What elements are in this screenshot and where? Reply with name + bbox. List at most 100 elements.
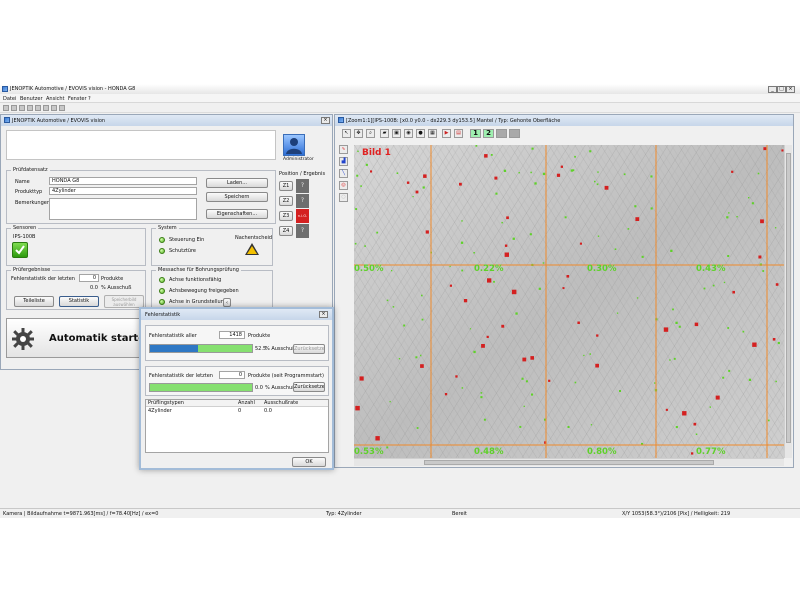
position-z3-button[interactable]: Z3 xyxy=(279,211,293,221)
defect-mark-green xyxy=(519,425,522,428)
menu-bar: Datei Benutzer Ansicht Fenster ? xyxy=(0,94,800,103)
position-z1-button[interactable]: Z1 xyxy=(279,181,293,191)
defect-mark-red xyxy=(763,147,767,151)
toolbar-icon[interactable] xyxy=(35,105,41,111)
image-window: [Zoom1:1][IPS-100B: [x0.0 y0.0 - dx229.3… xyxy=(334,114,794,468)
image-window-title-bar[interactable]: [Zoom1:1][IPS-100B: [x0.0 y0.0 - dx229.3… xyxy=(335,115,793,126)
target-icon[interactable]: ◎ xyxy=(339,181,348,190)
table-header-cell[interactable]: Anzahl xyxy=(238,400,255,406)
fehlerstatistik-count[interactable]: 0 xyxy=(79,274,99,282)
toolbar-icon[interactable] xyxy=(11,105,17,111)
menu-help[interactable]: ? xyxy=(88,96,91,102)
automatik-start-button[interactable]: Automatik starten xyxy=(6,318,152,358)
speichern-button[interactable]: Speichern xyxy=(206,192,268,202)
position-z4-result: ? xyxy=(296,224,309,238)
toolbar-icon[interactable] xyxy=(59,105,65,111)
section1-count[interactable]: 1418 xyxy=(219,331,245,339)
section2-reset-button[interactable]: Zurücksetzen xyxy=(293,382,325,392)
defect-mark-red xyxy=(566,275,570,278)
defect-mark-green xyxy=(597,171,599,173)
toolbar-icon[interactable] xyxy=(27,105,33,111)
view-3-button[interactable] xyxy=(496,129,507,138)
ok-button[interactable]: OK xyxy=(292,457,326,467)
report-icon[interactable]: ▤ xyxy=(454,129,463,138)
defect-mark-green xyxy=(521,377,524,380)
menu-ansicht[interactable]: Ansicht xyxy=(46,96,64,102)
statistik-button[interactable]: Statistik xyxy=(59,296,99,307)
left-panel-close-button[interactable]: × xyxy=(321,117,330,124)
toolbar-icon[interactable] xyxy=(51,105,57,111)
laden-button[interactable]: Laden... xyxy=(206,178,268,188)
bemerkungen-field[interactable] xyxy=(49,198,197,220)
chart-icon[interactable]: ▟ xyxy=(339,157,348,166)
toolbar-icon[interactable] xyxy=(3,105,9,111)
defect-mark-green xyxy=(389,401,391,403)
view-1-button[interactable]: 1 xyxy=(470,129,481,138)
line-tool-icon[interactable]: ╲ xyxy=(339,169,348,178)
defect-mark-red xyxy=(484,154,488,158)
table-header-cell[interactable]: Ausschußrate xyxy=(264,400,298,406)
flag-icon[interactable]: ▶ xyxy=(442,129,451,138)
messachse-arrow-button[interactable]: ‹ xyxy=(223,298,231,307)
defect-mark-green xyxy=(583,354,585,357)
dialog-close-button[interactable]: × xyxy=(319,311,328,318)
record-icon[interactable]: ● xyxy=(416,129,425,138)
name-label: Name xyxy=(15,179,30,185)
toolbar-icon[interactable] xyxy=(43,105,49,111)
system-title: System xyxy=(156,225,179,231)
image-horizontal-scrollbar[interactable] xyxy=(354,458,784,466)
avatar[interactable] xyxy=(283,134,305,156)
main-maximize-button[interactable]: □ xyxy=(777,86,786,93)
horizontal-scroll-thumb[interactable] xyxy=(424,460,714,465)
main-title-bar[interactable]: JENOPTIK Automotive / EVOVIS vision - HO… xyxy=(0,84,800,94)
table-header-cell[interactable]: Prüflingstypen xyxy=(148,400,184,406)
defect-mark-green xyxy=(670,249,673,252)
menu-fenster[interactable]: Fenster xyxy=(68,96,87,102)
defect-mark-red xyxy=(694,322,699,327)
open-icon[interactable]: ▰ xyxy=(380,129,389,138)
select-tool-icon[interactable]: ↖ xyxy=(342,129,351,138)
left-panel-title-bar[interactable]: JENOPTIK Automotive / EVOVIS vision × xyxy=(1,115,332,126)
defect-mark-green xyxy=(574,155,576,158)
status-bar: Kamera | Bildaufnahme t=9871.963[ms] / f… xyxy=(0,508,800,518)
sensoren-title: Sensoren xyxy=(11,225,39,231)
toolbar-icon[interactable] xyxy=(19,105,25,111)
defect-mark-green xyxy=(490,154,493,156)
main-close-button[interactable]: × xyxy=(786,86,795,93)
view-2-button[interactable]: 2 xyxy=(483,129,494,138)
defect-mark-green xyxy=(590,424,593,426)
image-vertical-scrollbar[interactable] xyxy=(784,145,792,458)
grid-tool-icon[interactable]: ▦ xyxy=(428,129,437,138)
defect-mark-green xyxy=(627,228,630,230)
section1-reset-button[interactable]: Zurücksetzen xyxy=(293,344,325,354)
menu-datei[interactable]: Datei xyxy=(3,96,16,102)
histogram-icon[interactable]: ∿ xyxy=(339,145,348,154)
name-field[interactable]: HONDA G8 xyxy=(49,177,197,185)
move-tool-icon[interactable]: ✥ xyxy=(354,129,363,138)
defect-mark-red xyxy=(406,181,410,184)
position-z2-button[interactable]: Z2 xyxy=(279,196,293,206)
teileliste-button[interactable]: Teileliste xyxy=(14,296,54,307)
speicherbild-button[interactable]: Speicherbild auswählen xyxy=(104,295,144,308)
table-row[interactable]: 4Zylinder 0 0.0 xyxy=(146,408,328,415)
defect-mark-green xyxy=(777,341,780,345)
section2-unit: Produkte (seit Programmstart) xyxy=(248,373,324,379)
camera-icon[interactable]: ◉ xyxy=(404,129,413,138)
produkttyp-field[interactable]: 4Zylinder xyxy=(49,187,197,195)
zoom-icon[interactable]: ⌕ xyxy=(366,129,375,138)
status-state: Bereit xyxy=(452,511,467,517)
menu-benutzer[interactable]: Benutzer xyxy=(20,96,43,102)
circle-tool-icon[interactable]: ○ xyxy=(339,193,348,202)
dialog-title-bar[interactable]: Fehlerstatistik × xyxy=(141,309,332,320)
section2-count[interactable]: 0 xyxy=(219,371,245,379)
eigenschaften-button[interactable]: Eigenschaften... xyxy=(206,209,268,219)
surface-image[interactable]: Bild 1 0.50% 0.22% 0.30% 0.43% 0.53% 0.4… xyxy=(354,145,784,458)
main-minimize-button[interactable]: _ xyxy=(768,86,777,93)
save-icon[interactable]: ▣ xyxy=(392,129,401,138)
defect-mark-red xyxy=(449,284,452,287)
position-z4-button[interactable]: Z4 xyxy=(279,226,293,236)
view-4-button[interactable] xyxy=(509,129,520,138)
defect-mark-red xyxy=(775,283,779,286)
vertical-scroll-thumb[interactable] xyxy=(786,153,791,443)
defect-mark-green xyxy=(396,172,399,174)
